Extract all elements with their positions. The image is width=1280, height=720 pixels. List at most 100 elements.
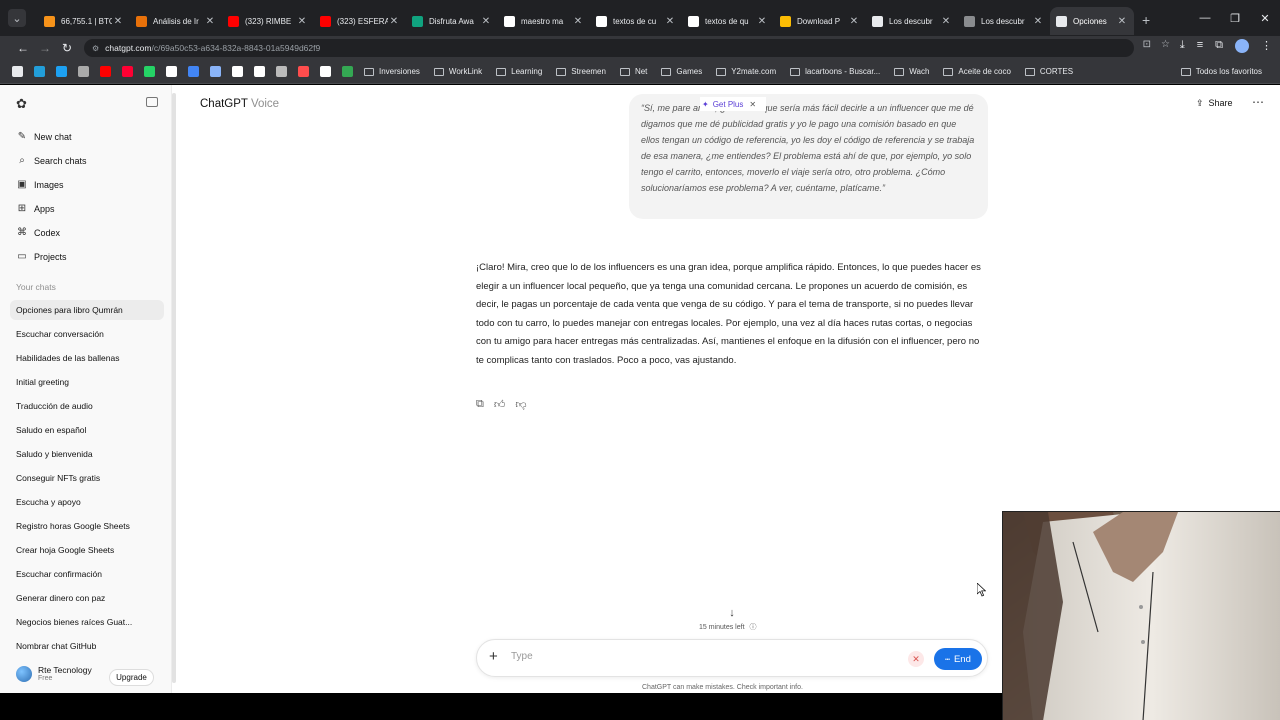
scroll-down-icon[interactable]: ↓ <box>725 607 739 621</box>
message-input[interactable] <box>511 651 891 662</box>
bookmark-item[interactable]: lacartoons - Buscar... <box>790 67 880 76</box>
download-icon[interactable]: ⤓ <box>1180 39 1185 53</box>
bookmark-favicon-icon[interactable] <box>12 66 23 77</box>
bookmark-favicon-icon[interactable] <box>34 66 45 77</box>
bookmark-favicon-icon[interactable] <box>232 66 243 77</box>
bookmark-favicon-icon[interactable] <box>276 66 287 77</box>
thumbs-up-icon[interactable]: 👍︎ <box>494 398 506 411</box>
new-tab-icon[interactable]: + <box>1142 12 1150 28</box>
sidebar-item-codex[interactable]: ⌘ Codex <box>16 227 60 238</box>
page-title[interactable]: ChatGPT Voice <box>200 98 279 110</box>
bookmark-favicon-icon[interactable] <box>298 66 309 77</box>
tab-close-icon[interactable]: ✕ <box>940 16 952 27</box>
sidepanel-icon[interactable]: ⧉ <box>1215 39 1223 53</box>
account[interactable]: Rte Tecnology Free <box>16 665 92 682</box>
chat-history-item[interactable]: Traducción de audio <box>10 396 164 416</box>
chat-history-item[interactable]: Conseguir NFTs gratis <box>10 468 164 488</box>
copy-icon[interactable]: ⧉ <box>476 398 484 411</box>
tab-close-icon[interactable]: ✕ <box>572 16 584 27</box>
bookmark-favicon-icon[interactable] <box>56 66 67 77</box>
browser-tab[interactable]: (323) RIMBE ✕ <box>222 7 314 35</box>
chat-history-item[interactable]: Habilidades de las ballenas <box>10 348 164 368</box>
back-icon[interactable]: ← <box>12 41 34 55</box>
chat-history-item[interactable]: Opciones para libro Qumrán <box>10 300 164 320</box>
tab-close-icon[interactable]: ✕ <box>204 16 216 27</box>
bookmark-favicon-icon[interactable] <box>210 66 221 77</box>
close-window-icon[interactable]: ✕ <box>1250 0 1280 36</box>
restore-icon[interactable]: ❐ <box>1220 0 1250 36</box>
bookmark-favicon-icon[interactable] <box>122 66 133 77</box>
chat-history-item[interactable]: Escuchar conversación <box>10 324 164 344</box>
tab-close-icon[interactable]: ✕ <box>112 16 124 27</box>
bookmark-item[interactable]: Games <box>661 67 702 76</box>
upgrade-button[interactable]: Upgrade <box>109 669 154 686</box>
chat-history-item[interactable]: Registro horas Google Sheets <box>10 516 164 536</box>
profile-avatar-icon[interactable] <box>1235 39 1249 53</box>
browser-tab[interactable]: (323) ESFERA ✕ <box>314 7 406 35</box>
tab-close-icon[interactable]: ✕ <box>756 16 768 27</box>
site-info-icon[interactable]: ⚙ <box>92 44 99 53</box>
browser-tab[interactable]: Disfruta Awa ✕ <box>406 7 498 35</box>
bookmark-item[interactable]: Streemen <box>556 67 606 76</box>
bookmark-favicon-icon[interactable] <box>320 66 331 77</box>
tab-close-icon[interactable]: ✕ <box>296 16 308 27</box>
bookmark-item[interactable]: WorkLink <box>433 67 482 76</box>
browser-tab[interactable]: Análisis de Ir ✕ <box>130 7 222 35</box>
sidebar-item-apps[interactable]: ⊞ Apps <box>16 203 55 214</box>
bookmark-favicon-icon[interactable] <box>100 66 111 77</box>
forward-icon[interactable]: → <box>34 41 56 55</box>
browser-tab[interactable]: maestro ma ✕ <box>498 7 590 35</box>
bookmark-item[interactable]: Inversiones <box>364 67 420 76</box>
chat-history-item[interactable]: Generar dinero con paz <box>10 588 164 608</box>
end-voice-button[interactable]: ┅ End <box>934 648 982 670</box>
browser-tab[interactable]: textos de qu ✕ <box>682 7 774 35</box>
chat-history-item[interactable]: Negocios bienes raíces Guat... <box>10 612 164 632</box>
sidebar-item-search-chats[interactable]: ⌕ Search chats <box>16 155 86 166</box>
bookmark-favicon-icon[interactable] <box>254 66 265 77</box>
tab-close-icon[interactable]: ✕ <box>388 16 400 27</box>
tab-close-icon[interactable]: ✕ <box>1116 16 1128 27</box>
browser-tab[interactable]: textos de cu ✕ <box>590 7 682 35</box>
bookmark-favicon-icon[interactable] <box>342 66 353 77</box>
browser-tab[interactable]: 66,755.1 | BTC ✕ <box>38 7 130 35</box>
tab-close-icon[interactable]: ✕ <box>664 16 676 27</box>
bookmark-favicon-icon[interactable] <box>166 66 177 77</box>
sidebar-scrollbar[interactable] <box>172 93 176 683</box>
bookmark-star-icon[interactable]: ☆ <box>1161 39 1170 50</box>
tab-close-icon[interactable]: ✕ <box>848 16 860 27</box>
add-attachment-icon[interactable]: + <box>489 648 498 665</box>
chat-history-item[interactable]: Initial greeting <box>10 372 164 392</box>
tab-close-icon[interactable]: ✕ <box>1032 16 1044 27</box>
browser-tab[interactable]: Los descubr ✕ <box>866 7 958 35</box>
bookmark-favicon-icon[interactable] <box>144 66 155 77</box>
more-options-icon[interactable]: ⋯ <box>1252 95 1264 109</box>
tab-close-icon[interactable]: ✕ <box>480 16 492 27</box>
chat-history-item[interactable]: Escucha y apoyo <box>10 492 164 512</box>
chat-history-item[interactable]: Escuchar confirmación <box>10 564 164 584</box>
bookmark-favicon-icon[interactable] <box>188 66 199 77</box>
get-plus-button[interactable]: ✦ Get Plus ✕ <box>700 97 766 111</box>
minimize-icon[interactable]: — <box>1190 0 1220 36</box>
chat-history-item[interactable]: Saludo en español <box>10 420 164 440</box>
mic-muted-icon[interactable]: ✕ <box>908 651 924 667</box>
info-icon[interactable]: ⓘ <box>749 624 756 631</box>
chat-history-item[interactable]: Saludo y bienvenida <box>10 444 164 464</box>
bookmark-item[interactable]: Y2mate.com <box>716 67 776 76</box>
sidebar-item-images[interactable]: ▣ Images <box>16 179 63 190</box>
reload-icon[interactable]: ↻ <box>56 41 78 55</box>
bookmark-item[interactable]: Wach <box>894 67 929 76</box>
bookmark-item[interactable]: Aceite de coco <box>943 67 1011 76</box>
bookmark-favicon-icon[interactable] <box>78 66 89 77</box>
browser-menu-icon[interactable]: ⋮ <box>1261 39 1272 53</box>
all-bookmarks[interactable]: Todos los favoritos <box>1180 67 1276 76</box>
tab-search-icon[interactable]: ⌄ <box>8 9 26 27</box>
url-field[interactable]: ⚙ chatgpt.com/c/69a50c53-a634-832a-8843-… <box>84 39 1134 57</box>
bookmark-item[interactable]: Net <box>619 67 647 76</box>
sidebar-item-projects[interactable]: ▭ Projects <box>16 251 66 262</box>
share-button[interactable]: ⇪ Share <box>1196 98 1233 109</box>
browser-tab[interactable]: Download P ✕ <box>774 7 866 35</box>
sidebar-toggle-icon[interactable] <box>146 97 158 107</box>
close-icon[interactable]: ✕ <box>749 100 756 109</box>
chat-history-item[interactable]: Crear hoja Google Sheets <box>10 540 164 560</box>
browser-tab[interactable]: Opciones ✕ <box>1050 7 1134 35</box>
